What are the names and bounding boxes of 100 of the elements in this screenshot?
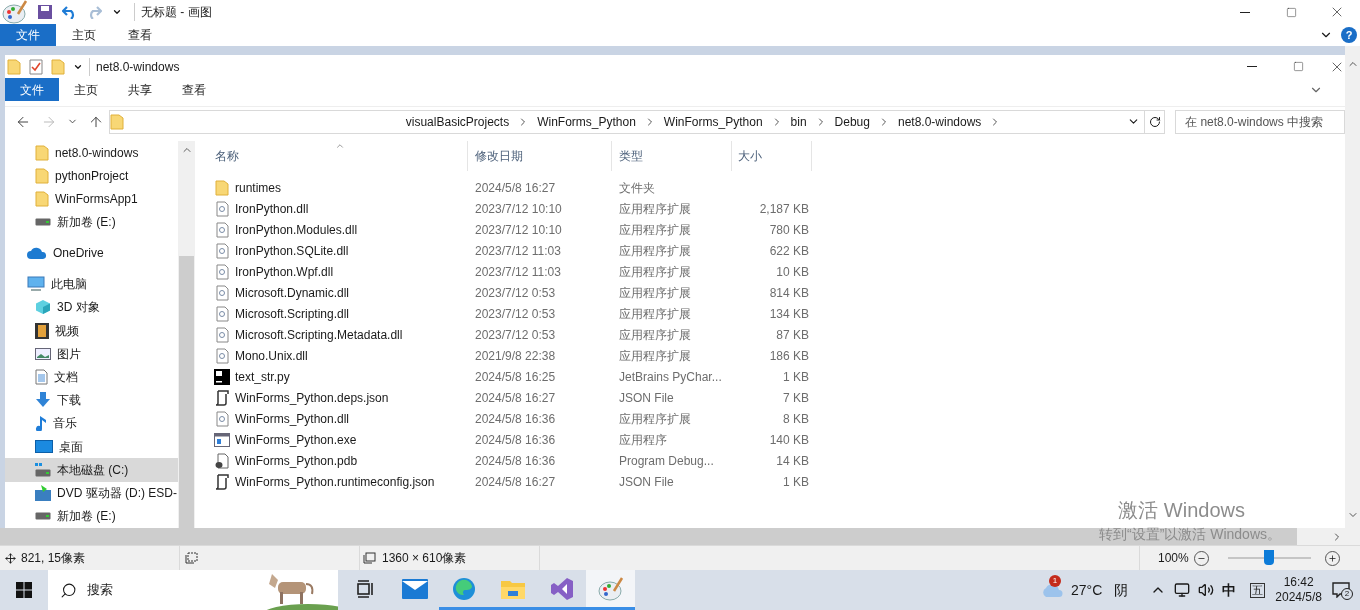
nav-item[interactable]: 桌面: [5, 435, 178, 459]
document-icon: [35, 369, 48, 386]
ribbon-tab[interactable]: 查看: [167, 78, 221, 101]
ribbon-tab[interactable]: 主页: [56, 24, 112, 46]
file-name[interactable]: WinForms_Python.pdb: [235, 451, 358, 470]
file-name[interactable]: IronPython.Modules.dll: [235, 220, 358, 239]
desktop-icon: [35, 440, 53, 454]
minimize-icon: [1247, 66, 1257, 67]
breadcrumb-item[interactable]: WinForms_Python: [537, 112, 636, 131]
size-cell-text: 622 KB: [768, 242, 809, 260]
slider-thumb[interactable]: [1264, 550, 1275, 565]
type-cell-text: 应用程序扩展: [619, 410, 692, 428]
temperature[interactable]: 27°C: [1071, 579, 1103, 601]
type-cell-text: 应用程序扩展: [619, 284, 692, 302]
ribbon-tab[interactable]: 共享: [113, 78, 167, 101]
nav-item[interactable]: 文档: [5, 365, 178, 389]
nav-item[interactable]: OneDrive: [5, 241, 178, 265]
breadcrumb-item[interactable]: net8.0-windows: [897, 112, 982, 131]
nav-item[interactable]: 3D 对象: [5, 295, 178, 319]
file-name[interactable]: IronPython.SQLite.dll: [235, 241, 349, 260]
ribbon-tab[interactable]: 查看: [112, 24, 168, 46]
taskbar-app[interactable]: [586, 570, 635, 610]
properties-icon[interactable]: [29, 58, 43, 75]
drive-icon: [35, 462, 51, 477]
music-note-icon: [35, 415, 47, 432]
date-cell-text: 2023/7/12 10:10: [475, 221, 563, 239]
column-header[interactable]: 大小: [732, 141, 812, 171]
search-field[interactable]: 在 net8.0-windows 中搜索: [1175, 109, 1345, 134]
date-cell-text: 2024/5/8 16:25: [475, 368, 557, 386]
address-bar[interactable]: visualBasicProjects WinForms_Python WinForms_Python bin Debug net8.0-windows: [108, 109, 1146, 134]
nav-item[interactable]: 本地磁盘 (C:): [5, 458, 178, 482]
nav-item[interactable]: 下载: [5, 388, 178, 412]
help-button[interactable]: ?: [1341, 27, 1357, 43]
ribbon-tab[interactable]: 文件: [5, 78, 59, 101]
file-name[interactable]: Mono.Unix.dll: [235, 346, 308, 365]
folder-icon: [500, 578, 525, 599]
nav-item[interactable]: 新加卷 (E:): [5, 504, 178, 528]
size-cell-text: 87 KB: [775, 326, 809, 344]
file-name[interactable]: IronPython.Wpf.dll: [235, 262, 334, 281]
ribbon-tab[interactable]: 主页: [59, 78, 113, 101]
scrollbar[interactable]: [178, 141, 195, 528]
activation-title: 激活 Windows: [1118, 498, 1245, 522]
file-name[interactable]: WinForms_Python.exe: [235, 430, 357, 449]
window-title: 无标题 - 画图: [134, 3, 212, 21]
undo-icon[interactable]: [62, 5, 77, 19]
nav-item[interactable]: 新加卷 (E:): [5, 210, 178, 234]
breadcrumb-item[interactable]: WinForms_Python: [663, 112, 763, 131]
file-name[interactable]: Microsoft.Dynamic.dll: [235, 283, 350, 302]
type-cell-text: JSON File: [619, 473, 675, 491]
cursor-position-icon: [5, 552, 16, 564]
customize-caret-icon[interactable]: [112, 7, 122, 17]
network-icon[interactable]: [1174, 582, 1191, 598]
nav-item[interactable]: 视频: [5, 319, 178, 343]
sort-ascending-icon: [335, 141, 345, 151]
nav-item[interactable]: 此电脑: [5, 272, 178, 296]
input-mode[interactable]: 五: [1250, 582, 1266, 598]
folder-icon: [35, 144, 49, 161]
taskbar-search-field[interactable]: 搜索: [48, 570, 338, 610]
ribbon-tab[interactable]: 文件: [0, 24, 56, 46]
file-name[interactable]: text_str.py: [235, 367, 290, 386]
plus-icon: [1327, 553, 1337, 563]
database-file-icon: [215, 452, 229, 469]
file-name[interactable]: Microsoft.Scripting.Metadata.dll: [235, 325, 403, 344]
save-icon[interactable]: [38, 5, 52, 19]
breadcrumb-item[interactable]: bin: [790, 112, 807, 131]
nav-item[interactable]: pythonProject: [5, 164, 178, 188]
type-cell-text: Program Debug...: [619, 452, 715, 470]
file-name[interactable]: WinForms_Python.runtimeconfig.json: [235, 472, 435, 491]
clock[interactable]: 16:42 2024/5/8: [1275, 575, 1322, 605]
settings-file-icon: [215, 200, 229, 217]
breadcrumb-item[interactable]: Debug: [834, 112, 870, 131]
nav-item[interactable]: WinFormsApp1: [5, 187, 178, 211]
file-name[interactable]: WinForms_Python.dll: [235, 409, 350, 428]
file-name[interactable]: runtimes: [235, 178, 281, 197]
redo-icon[interactable]: [87, 5, 102, 19]
nav-item[interactable]: 图片: [5, 342, 178, 366]
type-cell-text: JSON File: [619, 389, 675, 407]
column-header[interactable]: 修改日期: [468, 141, 612, 171]
notification-icon[interactable]: [1332, 582, 1350, 598]
file-name[interactable]: WinForms_Python.deps.json: [235, 388, 389, 407]
activation-hint: 转到“设置”以激活 Windows。: [1099, 525, 1281, 544]
volume-icon[interactable]: [1198, 582, 1215, 598]
column-header[interactable]: 名称: [215, 141, 468, 171]
nav-item[interactable]: 音乐: [5, 411, 178, 436]
settings-file-icon: [215, 410, 229, 427]
column-header[interactable]: 类型: [612, 141, 732, 171]
date-cell-text: 2023/7/12 11:03: [475, 263, 562, 281]
date-cell-text: 2024/5/8 16:27: [475, 179, 557, 197]
refresh-button[interactable]: [1145, 109, 1166, 134]
file-name[interactable]: Microsoft.Scripting.dll: [235, 304, 350, 323]
type-cell-text: 应用程序扩展: [619, 200, 692, 218]
file-name[interactable]: IronPython.dll: [235, 199, 309, 218]
nav-item[interactable]: net8.0-windows: [5, 141, 178, 165]
breadcrumb-item[interactable]: visualBasicProjects: [405, 112, 510, 131]
script-file-icon: [215, 473, 229, 490]
weather-condition[interactable]: 阴: [1114, 579, 1129, 601]
nav-item[interactable]: DVD 驱动器 (D:) ESD-: [5, 481, 178, 505]
input-language[interactable]: 中: [1222, 579, 1237, 601]
settings-file-icon: [215, 242, 229, 259]
vertical-scrollbar[interactable]: [1345, 46, 1360, 545]
